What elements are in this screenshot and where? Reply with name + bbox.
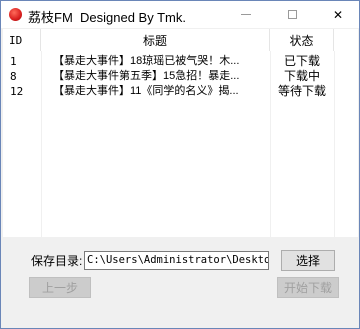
start-download-button[interactable]: 开始下载 [277, 277, 339, 298]
lychee-icon [9, 8, 22, 21]
row-title: 【暴走大事件】18琼瑶已被气哭！木... [53, 55, 240, 67]
close-button[interactable]: ✕ [315, 1, 360, 28]
list-item[interactable]: 12 【暴走大事件】11《同学的名义》揭... 等待下载 [3, 84, 358, 99]
row-id: 12 [10, 85, 24, 98]
list-item[interactable]: 1 【暴走大事件】18琼瑶已被气哭！木... 已下载 [3, 54, 358, 69]
close-icon: ✕ [332, 7, 344, 22]
save-path-field[interactable]: C:\Users\Administrator\Desktop\ [84, 251, 269, 270]
app-window: 荔枝FM Designed By Tmk. ✕ ID 标题 状态 1 【暴走大事… [0, 0, 360, 329]
row-title: 【暴走大事件第五季】15急招！暴走... [53, 70, 240, 82]
title-bar[interactable]: 荔枝FM Designed By Tmk. ✕ [1, 1, 359, 28]
minimize-button[interactable] [223, 1, 269, 28]
maximize-button[interactable] [269, 1, 315, 28]
column-header-id[interactable]: ID [3, 29, 41, 51]
row-title: 【暴走大事件】11《同学的名义》揭... [53, 85, 239, 97]
row-status: 等待下载 [277, 84, 326, 98]
list-item[interactable]: 8 【暴走大事件第五季】15急招！暴走... 下载中 [3, 69, 358, 84]
minimize-icon [241, 14, 251, 15]
column-header-status[interactable]: 状态 [270, 29, 334, 51]
window-title: 荔枝FM Designed By Tmk. [28, 10, 186, 25]
row-status: 已下载 [283, 54, 320, 68]
download-list[interactable]: ID 标题 状态 1 【暴走大事件】18琼瑶已被气哭！木... 已下载 8 【暴… [3, 29, 358, 237]
prev-step-button[interactable]: 上一步 [29, 277, 91, 298]
choose-button[interactable]: 选择 [281, 250, 335, 271]
row-status: 下载中 [283, 69, 320, 83]
row-id: 8 [10, 70, 17, 83]
column-header-title[interactable]: 标题 [41, 29, 270, 51]
save-dir-label: 保存目录: [31, 254, 83, 268]
row-id: 1 [10, 55, 17, 68]
maximize-icon [287, 10, 297, 19]
